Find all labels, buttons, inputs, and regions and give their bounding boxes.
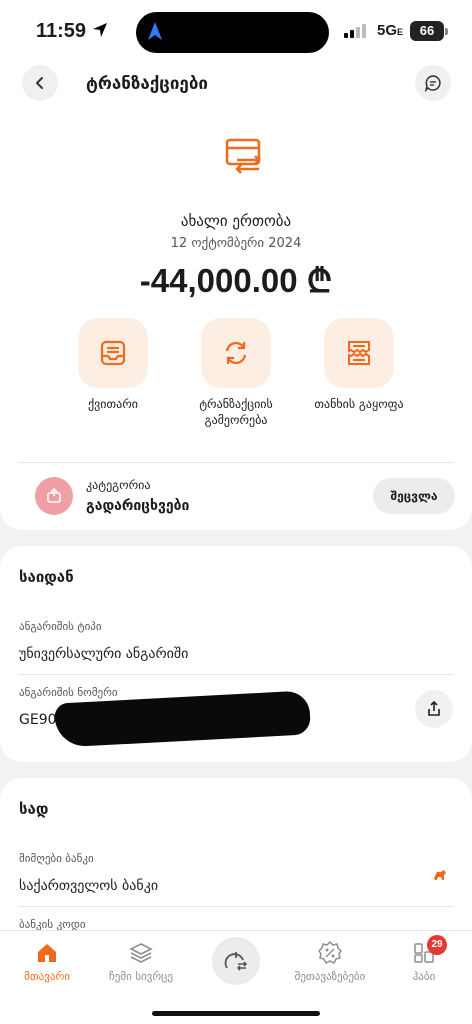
tab-home-label: მთავარი: [24, 970, 70, 983]
divider: [18, 906, 454, 907]
page-title: ტრანზაქციები: [86, 74, 209, 94]
tab-hub[interactable]: 29 ჰაბი: [377, 935, 471, 983]
chevron-left-icon: [36, 77, 43, 89]
bank-lion-logo: [434, 870, 446, 880]
split-receipt-icon: [348, 341, 370, 365]
split-amount-label: თანხის გაყოფა: [314, 397, 404, 411]
bottom-tab-bar: მთავარი ჩემი სივრცე შეთავაზებები 29 ჰაბი: [0, 930, 472, 1024]
transfer-center-button[interactable]: [212, 937, 260, 985]
receipt-tile[interactable]: [78, 318, 148, 388]
receipt-action[interactable]: ქვითარი: [48, 318, 178, 412]
layers-icon: [129, 943, 153, 963]
tab-my-space-label: ჩემი სივრცე: [109, 970, 173, 983]
tab-home[interactable]: მთავარი: [0, 939, 94, 983]
repeat-tile[interactable]: [201, 318, 271, 388]
share-icon: [428, 700, 440, 716]
card-transfer-icon: [225, 138, 261, 174]
location-arrow-icon: [93, 23, 107, 37]
home-indicator: [152, 1011, 320, 1016]
status-time: 11:59: [36, 20, 87, 42]
recipient-bank-value: საქართველოს ბანკი: [19, 878, 159, 894]
tab-offers[interactable]: შეთავაზებები: [283, 939, 377, 983]
signal-icon: [344, 24, 366, 38]
account-type-label: ანგარიშის ტიპი: [19, 620, 102, 633]
transfer-center-icon: [224, 952, 248, 971]
home-icon: [38, 944, 56, 962]
dynamic-island: [136, 12, 329, 53]
category-label: კატეგორია: [86, 478, 151, 492]
transaction-amount: -44,000.00 ₾: [139, 262, 333, 299]
category-icon: [35, 477, 73, 515]
back-button[interactable]: [22, 65, 58, 101]
status-bar: 11:59 5GE 66: [0, 0, 472, 62]
recipient-bank-label: მიმღები ბანკი: [19, 852, 94, 865]
receipt-label: ქვითარი: [88, 397, 138, 411]
transfer-box-icon: [47, 487, 61, 503]
tab-offers-label: შეთავაზებები: [294, 970, 366, 983]
split-amount-action[interactable]: თანხის გაყოფა: [294, 318, 424, 412]
account-type-value: უნივერსალური ანგარიში: [19, 646, 189, 662]
repeat-transaction-label: ტრანზაქციის გამეორება: [199, 397, 273, 427]
merchant-name: ახალი ერთობა: [180, 212, 292, 230]
transaction-date: 12 ოქტომბერი 2024: [170, 236, 302, 251]
to-section: სად მიმღები ბანკი საქართველოს ბანკი ბანკ…: [0, 778, 472, 938]
to-title: სად: [19, 800, 49, 818]
from-title: საიდან: [19, 568, 74, 586]
notification-badge: 29: [427, 935, 447, 955]
chat-icon: [424, 75, 441, 92]
network-type: 5GE: [377, 22, 404, 39]
split-tile[interactable]: [324, 318, 394, 388]
discount-icon: [318, 940, 342, 965]
repeat-icon: [225, 341, 247, 365]
from-section: საიდან ანგარიშის ტიპი უნივერსალური ანგარ…: [0, 546, 472, 762]
tab-my-space[interactable]: ჩემი სივრცე: [94, 939, 188, 983]
divider: [18, 462, 454, 463]
receipt-tray-icon: [100, 340, 126, 366]
transaction-summary-card: ტრანზაქციები ახალი ერთობა 12 ოქტომბერი 2…: [0, 62, 472, 530]
navigation-arrow-icon: [148, 22, 162, 40]
battery-indicator: 66: [410, 21, 444, 41]
tab-hub-label: ჰაბი: [412, 970, 436, 983]
repeat-transaction-action[interactable]: ტრანზაქციის გამეორება: [171, 318, 301, 428]
battery-tip: [445, 28, 448, 35]
share-account-button[interactable]: [415, 690, 453, 728]
divider: [18, 674, 454, 675]
chat-button[interactable]: [415, 65, 451, 101]
category-value: გადარიცხვები: [86, 498, 190, 514]
change-category-button[interactable]: შეცვლა: [373, 478, 455, 514]
account-number-label: ანგარიშის ნომერი: [19, 686, 118, 699]
